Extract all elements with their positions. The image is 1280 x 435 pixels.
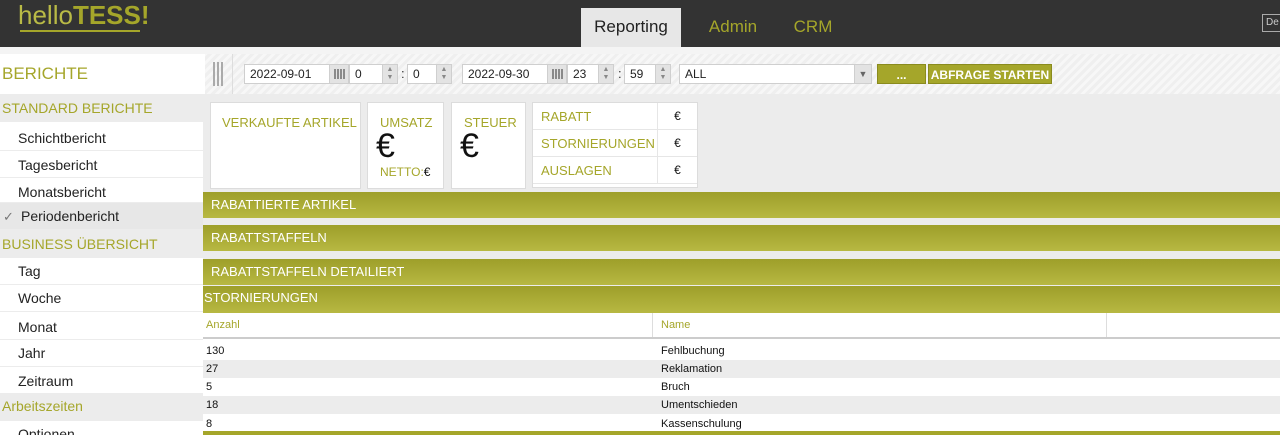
table-row[interactable]: 130 Fehlbuchung (203, 342, 1280, 360)
sidebar-item-schichtbericht[interactable]: Schichtbericht (0, 124, 203, 151)
sidebar-item-label: Periodenbericht (21, 208, 120, 224)
steuer-value: € (460, 127, 479, 165)
sidebar-section-standard[interactable]: STANDARD BERICHTE (0, 94, 203, 122)
sidebar-item-monat[interactable]: Monat (0, 312, 203, 340)
summary-label: STORNIERUNGEN (541, 136, 655, 151)
table-row[interactable]: 18 Umentschieden (203, 396, 1280, 414)
time-colon: : (401, 66, 405, 81)
summary-label: AUSLAGEN (541, 163, 612, 178)
minute-to-stepper[interactable]: ▲ ▼ (655, 64, 671, 84)
tab-admin[interactable]: Admin (700, 8, 766, 47)
language-select[interactable]: De (1262, 14, 1280, 32)
logo-text-light: hello (18, 0, 73, 30)
cell-name: Umentschieden (661, 399, 738, 411)
sidebar-item-tag[interactable]: Tag (0, 258, 203, 285)
table-row[interactable]: 27 Reklamation (203, 360, 1280, 378)
date-from-input[interactable]: 2022-09-01 (244, 64, 330, 84)
sidebar-item-monatsbericht[interactable]: Monatsbericht (0, 178, 203, 203)
minute-from-input[interactable]: 0 (407, 64, 437, 84)
sidebar-item-woche[interactable]: Woche (0, 285, 203, 312)
sidebar-section-business[interactable]: BUSINESS ÜBERSICHT (0, 230, 203, 258)
sidebar-item-tagesbericht[interactable]: Tagesbericht (0, 151, 203, 178)
summary-value: € (657, 157, 697, 183)
panel-next-collapsed[interactable] (203, 431, 1280, 435)
tab-crm[interactable]: CRM (786, 8, 840, 47)
cell-anzahl: 130 (206, 345, 225, 357)
more-options-button[interactable]: ... (877, 64, 926, 84)
calendar-to-icon[interactable] (547, 64, 567, 84)
card-label: VERKAUFTE ARTIKEL (222, 115, 357, 130)
sidebar-section-arbeitszeiten[interactable]: Arbeitszeiten (0, 394, 203, 421)
check-icon: ✓ (3, 209, 14, 224)
panel-rabattstaffeln[interactable]: RABATTSTAFFELN (203, 225, 1280, 251)
panel-stornierungen[interactable]: STORNIERUNGEN (203, 286, 1280, 313)
chevron-down-icon[interactable]: ▼ (854, 64, 872, 84)
header-divider (203, 337, 1280, 339)
column-header-name[interactable]: Name (653, 313, 1107, 338)
minute-to-input[interactable]: 59 (624, 64, 656, 84)
sidebar-item-periodenbericht[interactable]: ✓ Periodenbericht (0, 203, 203, 230)
umsatz-value: € (376, 127, 395, 165)
hour-to-stepper[interactable]: ▲ ▼ (598, 64, 614, 84)
summary-table: RABATT € STORNIERUNGEN € AUSLAGEN € (532, 102, 698, 188)
cell-name: Bruch (661, 381, 690, 393)
netto-line: NETTO:€ (380, 165, 430, 179)
cell-name: Reklamation (661, 363, 723, 375)
sidebar-resize-handle[interactable] (213, 62, 223, 86)
summary-value: € (657, 130, 697, 156)
panel-rabattstaffeln-detailiert[interactable]: RABATTSTAFFELN DETAILIERT (203, 259, 1280, 285)
summary-row-rabatt: RABATT € (533, 103, 697, 130)
section-title-berichte: BERICHTE (0, 54, 205, 94)
minute-from-stepper[interactable]: ▲ ▼ (436, 64, 452, 84)
panel-rabattierte-artikel[interactable]: RABATTIERTE ARTIKEL (203, 192, 1280, 218)
card-umsatz: UMSATZ € NETTO:€ (367, 102, 444, 189)
cell-name: Fehlbuchung (661, 345, 725, 357)
date-to-input[interactable]: 2022-09-30 (462, 64, 548, 84)
summary-row-auslagen: AUSLAGEN € (533, 157, 697, 184)
calendar-from-icon[interactable] (329, 64, 349, 84)
stornierungen-table: Anzahl Name 130 Fehlbuchung 27 Reklamati… (203, 313, 1280, 435)
summary-row-stornierungen: STORNIERUNGEN € (533, 130, 697, 157)
summary-value: € (657, 103, 697, 129)
hour-to-input[interactable]: 23 (567, 64, 599, 84)
sidebar-item-zeitraum[interactable]: Zeitraum (0, 367, 203, 394)
cell-anzahl: 18 (206, 399, 219, 411)
sidebar-item-jahr[interactable]: Jahr (0, 340, 203, 367)
cell-anzahl: 5 (206, 381, 213, 393)
start-query-button[interactable]: ABFRAGE STARTEN (928, 64, 1052, 84)
card-steuer: STEUER € (451, 102, 526, 189)
card-verkaufte-artikel: VERKAUFTE ARTIKEL (210, 102, 361, 189)
summary-label: RABATT (541, 109, 592, 124)
netto-value: € (423, 165, 431, 179)
column-header-anzahl[interactable]: Anzahl (203, 313, 653, 338)
hour-from-stepper[interactable]: ▲ ▼ (382, 64, 398, 84)
filter-select[interactable]: ALL (679, 64, 855, 84)
divider (232, 54, 233, 94)
netto-label: NETTO: (380, 165, 424, 179)
app-logo[interactable]: helloTESS! (18, 0, 150, 34)
table-row[interactable]: 5 Bruch (203, 378, 1280, 396)
logo-underline (20, 30, 140, 32)
sidebar-item-optionen[interactable]: Optionen (0, 421, 203, 435)
logo-text-bold: TESS! (72, 0, 150, 30)
time-colon: : (618, 66, 622, 81)
hour-from-input[interactable]: 0 (349, 64, 383, 84)
cell-anzahl: 27 (206, 363, 219, 375)
tab-reporting[interactable]: Reporting (581, 8, 681, 47)
